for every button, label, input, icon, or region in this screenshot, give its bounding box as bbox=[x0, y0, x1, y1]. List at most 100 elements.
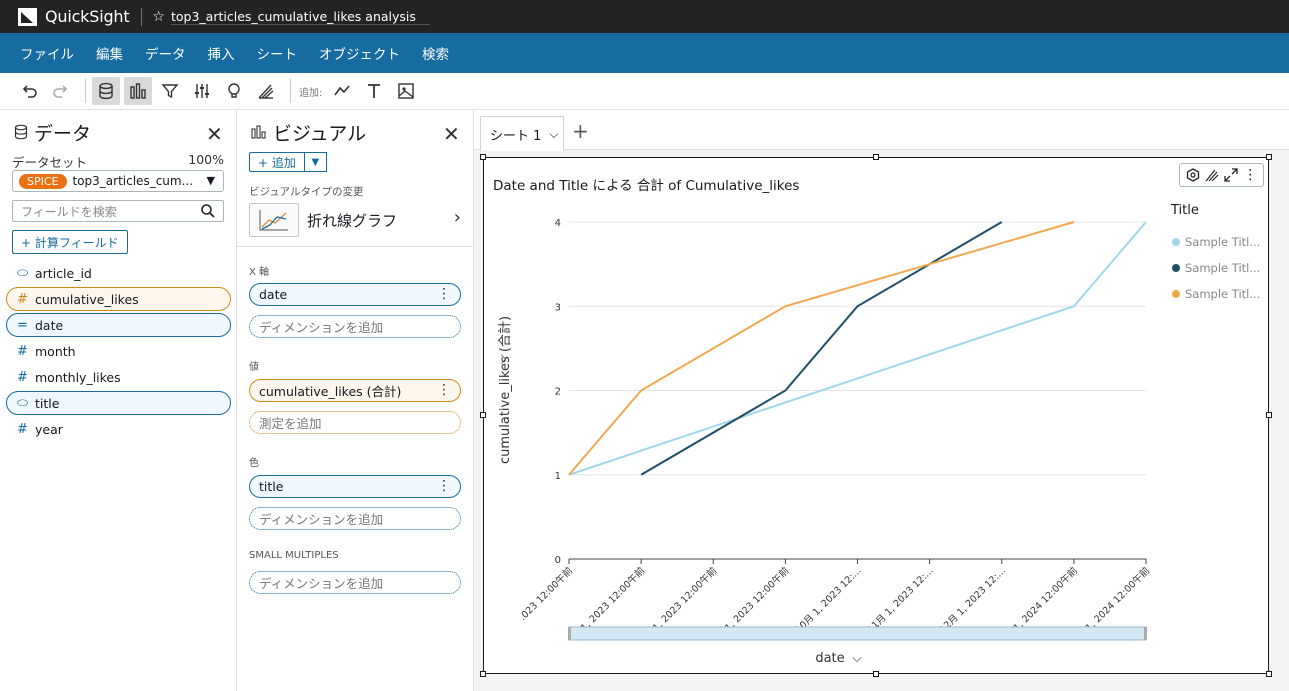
x-tick-label: 11月 1, 2023 12:... bbox=[866, 565, 936, 635]
field-label: year bbox=[35, 421, 63, 437]
menu-edit[interactable]: 編集 bbox=[96, 43, 123, 63]
x-tick-label: 1, 2023 12:00午前 bbox=[578, 565, 647, 634]
resize-handle[interactable] bbox=[1266, 671, 1272, 677]
parameters-icon[interactable] bbox=[188, 77, 216, 105]
resize-handle[interactable] bbox=[873, 154, 879, 160]
close-visual-panel-icon[interactable]: ✕ bbox=[443, 122, 460, 146]
caret-down-icon[interactable]: ▼ bbox=[304, 152, 327, 172]
legend-swatch bbox=[1172, 290, 1180, 298]
field-label: title bbox=[35, 395, 60, 411]
undo-icon[interactable] bbox=[15, 77, 43, 105]
field-month[interactable]: # month bbox=[6, 339, 231, 363]
visual-type-label: ビジュアルタイプの変更 bbox=[249, 186, 364, 198]
resize-handle[interactable] bbox=[480, 671, 486, 677]
field-cumulative-likes[interactable]: # cumulative_likes bbox=[6, 287, 231, 311]
add-image-icon[interactable] bbox=[392, 77, 420, 105]
caret-down-icon: ▼ bbox=[206, 174, 215, 187]
legend-swatch bbox=[1172, 238, 1180, 246]
close-data-panel-icon[interactable]: ✕ bbox=[206, 122, 223, 146]
field-search-input[interactable]: フィールドを検索 bbox=[12, 200, 224, 222]
resize-handle[interactable] bbox=[873, 671, 879, 677]
visual-type-selector[interactable]: 折れ線グラフ › bbox=[249, 203, 461, 237]
field-monthly-likes[interactable]: # monthly_likes bbox=[6, 365, 231, 389]
quicksight-logo[interactable]: QuickSight bbox=[18, 7, 130, 26]
y-axis-label: cumulative_likes (合計) bbox=[497, 316, 513, 464]
menu-file[interactable]: ファイル bbox=[20, 43, 74, 63]
dataset-percent: 100% bbox=[188, 152, 224, 167]
add-line-chart-icon[interactable] bbox=[328, 77, 356, 105]
measure-hash-icon: # bbox=[17, 343, 28, 359]
menu-object[interactable]: オブジェクト bbox=[319, 43, 400, 63]
menu-bar: ファイル 編集 データ 挿入 シート オブジェクト 検索 bbox=[0, 33, 1289, 73]
x-tick-label: 10月 1, 2023 12:... bbox=[793, 565, 863, 635]
field-search-placeholder: フィールドを検索 bbox=[21, 204, 117, 219]
date-range-slider bbox=[568, 626, 1147, 641]
field-label: cumulative_likes bbox=[35, 291, 139, 307]
visual-bars-icon bbox=[251, 125, 266, 139]
redo-icon[interactable] bbox=[47, 77, 75, 105]
data-panel-header: データ bbox=[0, 110, 236, 154]
add-calculated-field-button[interactable]: + 計算フィールド bbox=[12, 230, 128, 254]
x-axis-add-dimension[interactable]: ディメンションを追加 bbox=[249, 315, 461, 338]
visual-panel: ビジュアル ✕ + 追加 ▼ ビジュアルタイプの変更 折れ線グラフ › X 軸 … bbox=[237, 110, 474, 691]
y-tick-label: 3 bbox=[555, 302, 561, 313]
color-field-well[interactable]: title ⋮ bbox=[249, 475, 461, 498]
sheet-tab-1[interactable]: シート 1 ⌵ bbox=[480, 116, 564, 151]
field-date[interactable]: = date bbox=[6, 313, 231, 337]
themes-icon[interactable] bbox=[252, 77, 280, 105]
insights-icon[interactable] bbox=[220, 77, 248, 105]
color-field-name: title bbox=[259, 479, 284, 494]
more-options-icon[interactable]: ⋮ bbox=[437, 287, 451, 301]
x-axis-field-name: date bbox=[259, 287, 288, 302]
small-multiples-add-dimension[interactable]: ディメンションを追加 bbox=[249, 571, 461, 594]
data-panel-title: データ bbox=[34, 122, 92, 145]
y-tick-label: 1 bbox=[555, 471, 561, 482]
menu-sheet[interactable]: シート bbox=[257, 43, 298, 63]
field-article-id[interactable]: ⬭ article_id bbox=[6, 261, 231, 285]
chart-canvas: 01234.023 12:00午前 1, 2023 12:00午前 1, 2023 … bbox=[495, 203, 1260, 666]
field-label: date bbox=[35, 317, 64, 333]
menu-insert[interactable]: 挿入 bbox=[208, 43, 235, 63]
analysis-name[interactable]: top3_articles_cumulative_likes analysis bbox=[170, 9, 430, 25]
color-well-label: 色 bbox=[249, 458, 259, 469]
field-title[interactable]: ⬭ title bbox=[6, 391, 231, 415]
add-text-icon[interactable] bbox=[360, 77, 388, 105]
resize-handle[interactable] bbox=[480, 154, 486, 160]
color-add-dimension[interactable]: ディメンションを追加 bbox=[249, 507, 461, 530]
toolbar-separator bbox=[85, 79, 86, 103]
chevron-down-icon[interactable]: ⌵ bbox=[549, 127, 558, 142]
resize-handle[interactable] bbox=[480, 412, 486, 418]
small-multiples-label: SMALL MULTIPLES bbox=[249, 550, 339, 561]
more-options-icon[interactable]: ⋮ bbox=[437, 479, 451, 493]
value-add-measure[interactable]: 測定を追加 bbox=[249, 411, 461, 434]
resize-handle[interactable] bbox=[1266, 154, 1272, 160]
add-visual-button[interactable]: + 追加 ▼ bbox=[249, 152, 327, 172]
field-year[interactable]: # year bbox=[6, 417, 231, 441]
legend-item-label: Sample Titl... bbox=[1185, 235, 1260, 249]
dimension-tag-icon: ⬭ bbox=[17, 395, 29, 411]
add-sheet-icon[interactable]: + bbox=[572, 119, 589, 143]
legend-swatch bbox=[1172, 264, 1180, 272]
add-visual-label[interactable]: + 追加 bbox=[249, 152, 305, 172]
title-separator bbox=[141, 7, 143, 26]
value-well-label: 値 bbox=[249, 362, 259, 373]
legend-title: Title bbox=[1170, 203, 1199, 218]
value-field-well[interactable]: cumulative_likes (合計) ⋮ bbox=[249, 379, 461, 402]
menu-data[interactable]: データ bbox=[145, 43, 186, 63]
dataset-select[interactable]: SPICE top3_articles_cum... ▼ bbox=[12, 170, 224, 192]
field-label: monthly_likes bbox=[35, 369, 121, 385]
x-axis-well-label: X 軸 bbox=[249, 267, 270, 278]
resize-handle[interactable] bbox=[1266, 412, 1272, 418]
series-line bbox=[568, 221, 1147, 476]
quicksight-logo-icon bbox=[18, 7, 37, 26]
line-chart-visual[interactable]: Date and Title による 合計 of Cumulative_like… bbox=[483, 157, 1269, 674]
visuals-icon[interactable] bbox=[124, 77, 152, 105]
more-options-icon[interactable]: ⋮ bbox=[437, 383, 451, 397]
database-icon[interactable] bbox=[92, 77, 120, 105]
x-axis-field-well[interactable]: date ⋮ bbox=[249, 283, 461, 306]
chevron-right-icon[interactable]: › bbox=[454, 207, 461, 228]
menu-search[interactable]: 検索 bbox=[422, 43, 449, 63]
x-tick-label: 1, 2024 12:00午前 bbox=[1011, 565, 1080, 634]
filter-icon[interactable] bbox=[156, 77, 184, 105]
star-icon[interactable]: ☆ bbox=[152, 9, 165, 25]
